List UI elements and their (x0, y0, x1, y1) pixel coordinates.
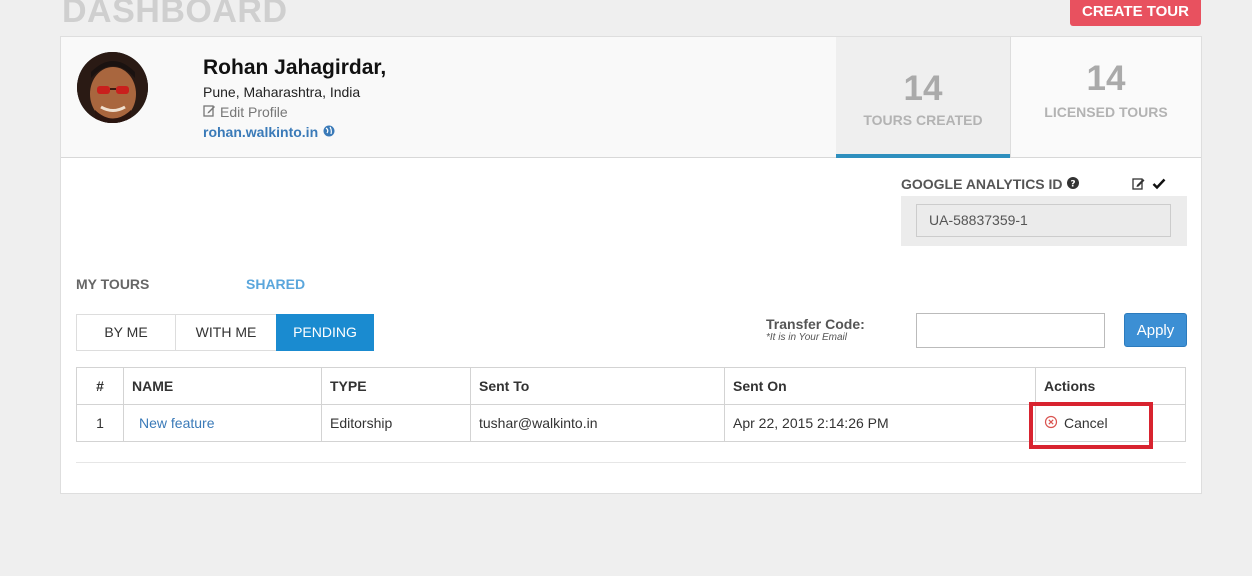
edit-profile-link[interactable]: Edit Profile (203, 104, 288, 120)
segment-pending[interactable]: PENDING (276, 314, 374, 351)
create-tour-button[interactable]: CREATE TOUR (1070, 0, 1201, 26)
row-name-cell: New feature (123, 404, 322, 442)
col-header-type: TYPE (321, 367, 471, 405)
dashboard-card: Rohan Jahagirdar, Pune, Maharashtra, Ind… (60, 36, 1202, 494)
website-link[interactable]: rohan.walkinto.in (203, 124, 335, 140)
col-header-number: # (76, 367, 124, 405)
edit-icon (203, 104, 216, 120)
licensed-tours-label: LICENSED TOURS (1044, 104, 1168, 120)
row-sent-on: Apr 22, 2015 2:14:26 PM (724, 404, 1036, 442)
tour-filter-segment: BY ME WITH ME PENDING (76, 314, 374, 351)
transfer-code-note: *It is in Your Email (766, 332, 847, 343)
divider (76, 462, 1186, 463)
row-number: 1 (76, 404, 124, 442)
edit-profile-label: Edit Profile (220, 104, 288, 120)
analytics-box: UA-58837359-1 (901, 196, 1187, 246)
website-label: rohan.walkinto.in (203, 124, 319, 140)
edit-icon[interactable] (1132, 177, 1146, 195)
page-title: DASHBOARD (62, 0, 288, 30)
col-header-name: NAME (123, 367, 322, 405)
apply-button[interactable]: Apply (1124, 313, 1187, 347)
analytics-id-field[interactable]: UA-58837359-1 (916, 204, 1171, 237)
licensed-tours-stat[interactable]: 14 LICENSED TOURS (1010, 37, 1201, 158)
pending-tours-table: # NAME TYPE Sent To Sent On Actions 1 Ne… (76, 367, 1186, 442)
analytics-label: GOOGLE ANALYTICS ID ? (901, 176, 1079, 192)
segment-by-me[interactable]: BY ME (76, 314, 176, 351)
cancel-circle-icon (1044, 415, 1058, 432)
table-row: 1 New feature Editorship tushar@walkinto… (76, 404, 1186, 442)
avatar (77, 52, 148, 123)
row-sent-to: tushar@walkinto.in (470, 404, 725, 442)
tab-shared[interactable]: SHARED (246, 276, 305, 292)
tab-my-tours[interactable]: MY TOURS (76, 276, 149, 292)
table-header-row: # NAME TYPE Sent To Sent On Actions (76, 367, 1186, 405)
svg-text:?: ? (1070, 180, 1075, 190)
col-header-sent-on: Sent On (724, 367, 1036, 405)
profile-location: Pune, Maharashtra, India (203, 84, 361, 100)
analytics-label-text: GOOGLE ANALYTICS ID (901, 176, 1063, 192)
tours-created-stat[interactable]: 14 TOURS CREATED (836, 37, 1010, 158)
tour-name-link[interactable]: New feature (132, 415, 214, 431)
globe-icon (323, 124, 335, 140)
segment-with-me[interactable]: WITH ME (175, 314, 277, 351)
col-header-sent-to: Sent To (470, 367, 725, 405)
cancel-button[interactable]: Cancel (1044, 415, 1177, 432)
analytics-tools (1132, 177, 1166, 195)
licensed-tours-count: 14 (1086, 59, 1126, 98)
row-type: Editorship (321, 404, 471, 442)
transfer-code-label: Transfer Code: (766, 316, 865, 332)
tours-created-count: 14 (903, 69, 943, 108)
profile-name: Rohan Jahagirdar, (203, 56, 387, 79)
check-icon[interactable] (1152, 177, 1166, 195)
transfer-code-input[interactable] (916, 313, 1105, 348)
help-icon[interactable]: ? (1066, 176, 1079, 192)
cancel-label: Cancel (1064, 415, 1108, 431)
profile-panel: Rohan Jahagirdar, Pune, Maharashtra, Ind… (61, 37, 836, 158)
tours-created-label: TOURS CREATED (863, 112, 983, 128)
col-header-actions: Actions (1035, 367, 1186, 405)
row-actions: Cancel (1035, 404, 1186, 442)
